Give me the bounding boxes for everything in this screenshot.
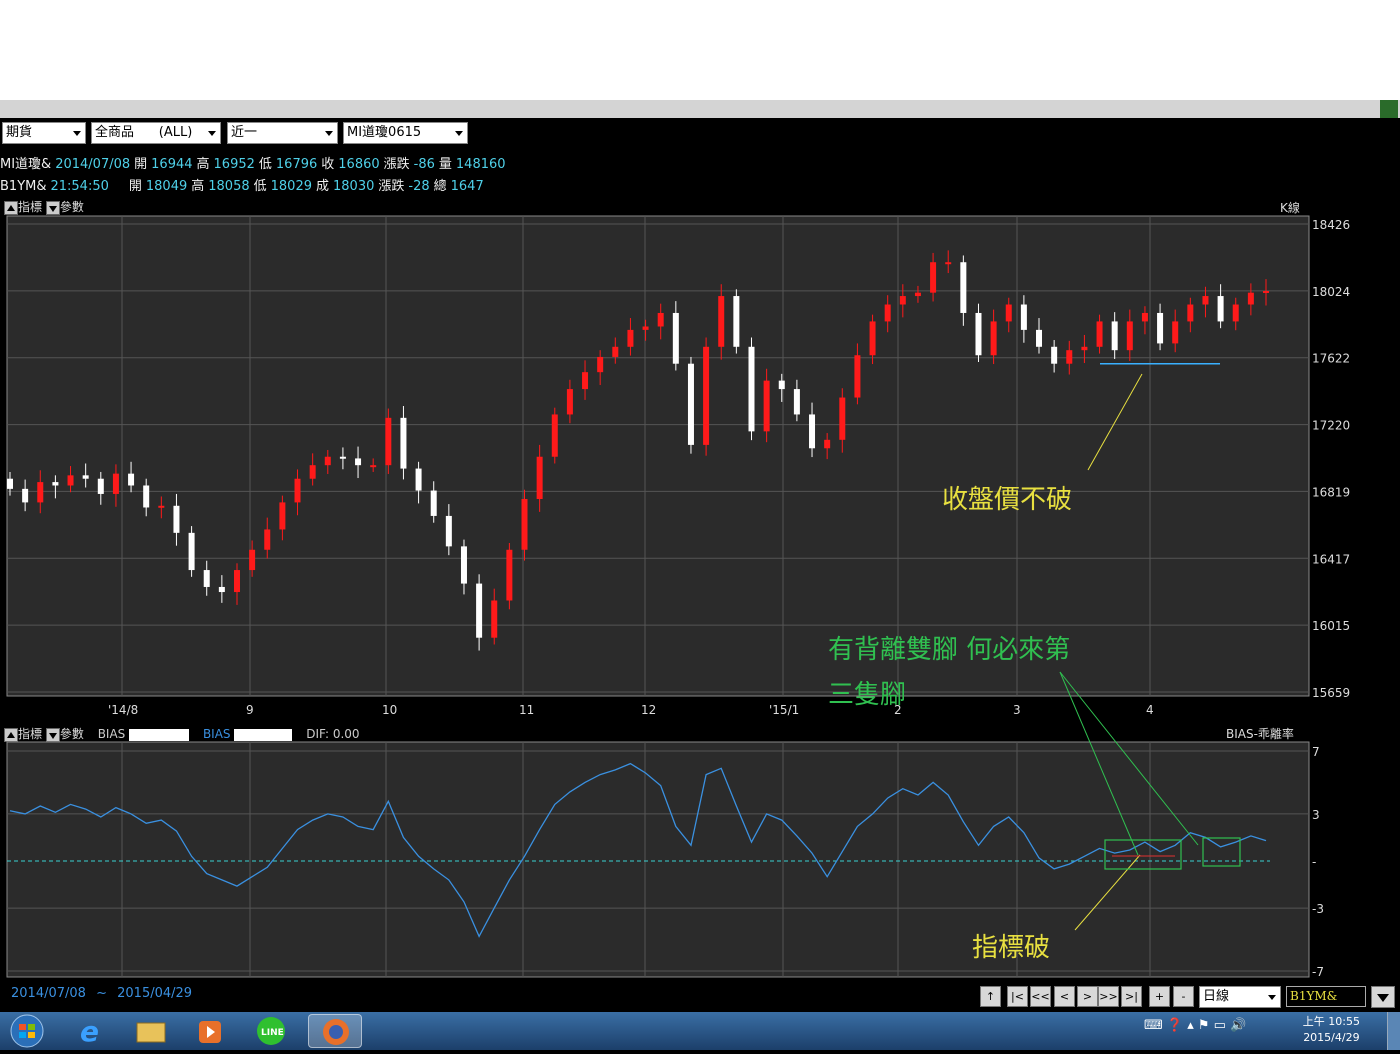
quote2-time: 21:54:50 — [50, 179, 109, 194]
month-select[interactable]: 近一 — [227, 122, 338, 144]
show-desktop-button[interactable] — [1387, 1012, 1400, 1050]
chevron-down-icon — [455, 131, 463, 136]
nav-button[interactable]: >| — [1121, 986, 1142, 1007]
svg-text:LINE: LINE — [261, 1028, 284, 1038]
quote1-low-label: 低 — [258, 157, 272, 172]
clock-date: 2015/4/29 — [1303, 1031, 1360, 1044]
kline-title: K線 — [1280, 201, 1300, 215]
chevron-down-icon — [1377, 994, 1389, 1002]
quote1-close-label: 收 — [321, 157, 335, 172]
quote1-low: 16796 — [275, 157, 318, 172]
quote2-vol-label: 總 — [433, 179, 447, 194]
chevron-down-icon — [325, 131, 333, 136]
nav-button[interactable]: >> — [1098, 986, 1119, 1007]
bias2-swatch — [234, 728, 293, 741]
explorer-icon[interactable] — [124, 1014, 178, 1048]
indicator-label-2: 指標 — [18, 727, 43, 741]
quote1-high: 16952 — [213, 157, 255, 172]
market-select[interactable]: 期貨 — [2, 122, 86, 144]
quote1-chg: -86 — [413, 157, 435, 172]
quote2-name: B1YM& — [0, 179, 47, 194]
tray-icons[interactable]: ⌨ ❓ ▴ ⚑ ▭ 🔊 — [1144, 1018, 1246, 1033]
date-range: 2014/07/08 ~ 2015/04/29 — [11, 986, 192, 1001]
param-button[interactable] — [45, 200, 60, 215]
dif-value: 0.00 — [332, 727, 360, 741]
quote1-vol-label: 量 — [438, 157, 452, 172]
period-value: 日線 — [1203, 989, 1230, 1004]
param-label: 參數 — [59, 200, 84, 214]
product-select-value: 全商品 (ALL) — [95, 125, 193, 140]
firefox-icon[interactable] — [308, 1014, 362, 1048]
nav-button[interactable]: > — [1077, 986, 1098, 1007]
indicator-button-2[interactable] — [4, 727, 18, 742]
quote-line-2: B1YM& 21:54:50 開 18049 高 18058 低 18029 成 18030 漲跌 -… — [0, 175, 488, 194]
quote2-open: 18049 — [145, 179, 188, 194]
dif-label: DIF: — [306, 727, 330, 741]
quote2-low-label: 低 — [253, 179, 267, 194]
quote1-open-label: 開 — [134, 157, 148, 172]
contract-select-value: MI道瓊0615 — [347, 125, 422, 140]
bias1-label: BIAS — [97, 727, 126, 741]
indicator-button[interactable] — [4, 200, 18, 215]
svg-text:e: e — [80, 1015, 99, 1048]
quote1-date: 2014/07/08 — [55, 157, 131, 172]
symbol-dropdown-button[interactable] — [1371, 986, 1395, 1008]
quote1-chg-label: 漲跌 — [383, 157, 410, 172]
indicator-label: 指標 — [18, 200, 43, 214]
bias2-label: BIAS — [202, 727, 231, 741]
month-select-value: 近一 — [231, 125, 258, 140]
quote1-vol: 148160 — [455, 157, 506, 172]
date-from: 2014/07/08 — [11, 986, 86, 1001]
nav-button[interactable]: < — [1054, 986, 1075, 1007]
quote2-close-label: 成 — [316, 179, 330, 194]
top-blank-area — [0, 0, 1400, 100]
param-button-2[interactable] — [45, 727, 60, 742]
quote1-close: 16860 — [338, 157, 380, 172]
kline-panel-header: 指標 參數 — [4, 199, 84, 215]
period-select[interactable]: 日線 — [1199, 986, 1281, 1008]
chevron-down-icon — [1268, 995, 1276, 1000]
nav-button[interactable]: ↑ — [980, 986, 1001, 1007]
date-to: 2015/04/29 — [117, 986, 193, 1001]
start-button[interactable] — [4, 1012, 50, 1050]
bias-panel-header: 指標 參數 BIAS BIAS DIF: 0.00 — [4, 726, 360, 742]
quote2-high: 18058 — [208, 179, 250, 194]
chevron-down-icon — [73, 131, 81, 136]
taskbar-clock[interactable]: 上午 10:55 2015/4/29 — [1303, 1014, 1360, 1046]
quote1-high-label: 高 — [196, 157, 210, 172]
symbol-field[interactable]: B1YM& — [1286, 986, 1366, 1007]
line-app-icon[interactable]: LINE — [244, 1014, 298, 1048]
window-titlebar — [0, 100, 1400, 118]
quote2-close: 18030 — [333, 179, 375, 194]
chevron-down-icon — [208, 131, 216, 136]
product-select[interactable]: 全商品 (ALL) — [91, 122, 221, 144]
quote1-open: 16944 — [151, 157, 193, 172]
quote2-low: 18029 — [270, 179, 312, 194]
nav-button[interactable]: + — [1149, 986, 1170, 1007]
media-player-icon[interactable] — [184, 1014, 238, 1048]
quote2-chg: -28 — [408, 179, 430, 194]
quote2-open-label: 開 — [128, 179, 142, 194]
quote2-chg-label: 漲跌 — [378, 179, 405, 194]
quote-line-1: MI道瓊& 2014/07/08 開 16944 高 16952 低 16796 收 16860 漲… — [0, 153, 510, 172]
quote1-name: MI道瓊& — [0, 157, 52, 172]
app-window — [2, 118, 1398, 1012]
clock-time: 上午 10:55 — [1302, 1015, 1360, 1028]
market-select-value: 期貨 — [6, 125, 33, 140]
bias1-swatch — [129, 728, 190, 741]
contract-select[interactable]: MI道瓊0615 — [343, 122, 468, 144]
window-grip-icon[interactable] — [1380, 100, 1398, 118]
ie-icon[interactable]: e — [64, 1014, 118, 1048]
quote2-vol: 1647 — [450, 179, 484, 194]
quote2-high-label: 高 — [191, 179, 205, 194]
date-tilde: ~ — [96, 986, 107, 1001]
param-label-2: 參數 — [59, 727, 84, 741]
nav-button[interactable]: << — [1030, 986, 1051, 1007]
nav-button[interactable]: - — [1173, 986, 1194, 1007]
bias-title: BIAS-乖離率 — [1226, 727, 1294, 741]
nav-button[interactable]: |< — [1007, 986, 1028, 1007]
